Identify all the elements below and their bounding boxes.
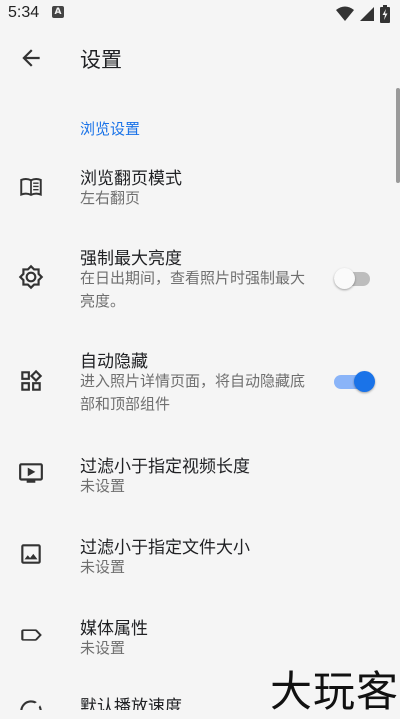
label-icon bbox=[21, 629, 42, 641]
setting-filter-file-size[interactable]: 过滤小于指定文件大小 未设置 bbox=[0, 521, 400, 591]
section-header: 浏览设置 bbox=[80, 120, 141, 138]
setting-subtitle: 未设置 bbox=[80, 639, 126, 657]
setting-browse-page-mode[interactable]: 浏览翻页模式 左右翻页 bbox=[0, 150, 400, 220]
video-icon bbox=[19, 463, 43, 483]
wifi-icon bbox=[336, 6, 355, 21]
switch-thumb bbox=[354, 371, 375, 392]
force-brightness-switch[interactable] bbox=[334, 267, 372, 289]
widgets-icon bbox=[21, 369, 43, 391]
setting-force-max-brightness[interactable]: 强制最大亮度 在日出期间，查看照片时强制最大亮度。 bbox=[0, 232, 400, 327]
auto-hide-switch[interactable] bbox=[334, 370, 375, 392]
setting-subtitle: 在日出期间，查看照片时强制最大亮度。 bbox=[80, 269, 306, 310]
setting-subtitle: 进入照片详情页面，将自动隐藏底部和顶部组件 bbox=[80, 372, 306, 413]
setting-title: 过滤小于指定视频长度 bbox=[80, 457, 250, 477]
setting-title: 过滤小于指定文件大小 bbox=[80, 538, 250, 558]
book-icon bbox=[20, 178, 42, 197]
status-time: 5:34 bbox=[8, 4, 40, 21]
switch-thumb bbox=[334, 268, 355, 289]
scrollbar[interactable] bbox=[396, 88, 400, 183]
app-bar: 设置 bbox=[0, 28, 400, 88]
signal-icon bbox=[360, 6, 375, 21]
setting-subtitle: 未设置 bbox=[80, 558, 126, 576]
setting-subtitle: 未设置 bbox=[80, 477, 126, 495]
setting-auto-hide[interactable]: 自动隐藏 进入照片详情页面，将自动隐藏底部和顶部组件 bbox=[0, 336, 400, 431]
setting-title: 自动隐藏 bbox=[80, 352, 148, 372]
speed-icon bbox=[20, 700, 42, 710]
brightness-icon bbox=[18, 264, 44, 290]
setting-title: 强制最大亮度 bbox=[80, 249, 182, 269]
setting-filter-video-length[interactable]: 过滤小于指定视频长度 未设置 bbox=[0, 440, 400, 510]
notification-icon: A bbox=[52, 6, 64, 18]
setting-subtitle: 左右翻页 bbox=[80, 189, 141, 207]
back-arrow-icon[interactable] bbox=[18, 45, 44, 71]
setting-title: 默认播放速度 bbox=[80, 697, 182, 710]
status-icons bbox=[336, 4, 390, 23]
setting-title: 媒体属性 bbox=[80, 619, 148, 639]
battery-icon bbox=[380, 4, 390, 23]
page-title: 设置 bbox=[80, 48, 122, 72]
status-bar: 5:34 A bbox=[0, 0, 400, 28]
setting-title: 浏览翻页模式 bbox=[80, 169, 182, 189]
image-icon bbox=[21, 544, 41, 564]
